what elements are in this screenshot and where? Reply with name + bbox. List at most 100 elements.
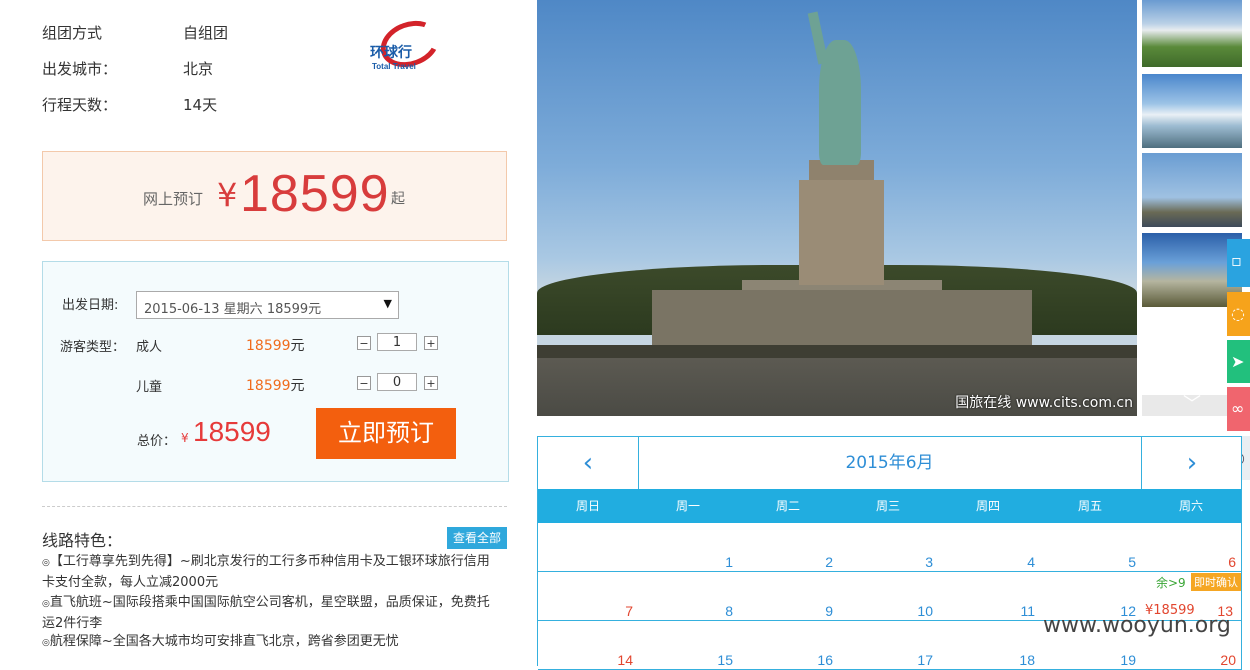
departure-city-label: 出发城市：: [42, 60, 118, 78]
online-booking-label: 网上预订: [143, 190, 204, 208]
price-value: 18599: [240, 165, 390, 223]
calendar-day-cell[interactable]: 16: [738, 621, 839, 670]
child-plus-button[interactable]: +: [424, 376, 438, 390]
calendar-header: ‹ 2015年6月 ›: [538, 437, 1241, 489]
weekday-mon: 周一: [675, 499, 700, 513]
weekday-wed: 周三: [875, 499, 900, 513]
bullet-icon: ◎: [42, 558, 50, 568]
online-price-box: 网上预订 ¥ 18599 起: [42, 151, 507, 241]
calendar-day-number: 4: [1027, 554, 1035, 570]
thumbnail-statue-of-liberty[interactable]: [1142, 153, 1242, 227]
qr-code-icon: ▫: [1231, 251, 1242, 270]
weekday-tue: 周二: [775, 499, 800, 513]
side-qr-button[interactable]: ▫: [1227, 239, 1250, 287]
thumbnail-niagara-falls[interactable]: [1142, 74, 1242, 148]
calendar-day-number: 20: [1220, 652, 1236, 668]
adult-quantity-input[interactable]: 1: [377, 333, 417, 351]
calendar-day-cell[interactable]: 2: [738, 523, 839, 572]
calendar-day-cell[interactable]: 11: [938, 572, 1041, 621]
calendar-day-cell[interactable]: 17: [838, 621, 939, 670]
total-travel-logo: 环球行 Total Travel: [366, 13, 448, 76]
feature-item-text: 【工行尊享先到先得】~刷北京发行的工行多币种信用卡及工银环球旅行信用卡支付全款，…: [42, 554, 490, 590]
side-share-button[interactable]: ➤: [1227, 340, 1250, 383]
calendar-day-cell[interactable]: 18: [938, 621, 1041, 670]
calendar-day-number: 2: [825, 554, 833, 570]
adult-plus-button[interactable]: +: [424, 336, 438, 350]
divider: [42, 506, 507, 507]
total-price-value: 18599: [193, 416, 271, 447]
traveler-type-label: 游客类型：: [60, 340, 126, 355]
departure-city-value: 北京: [183, 60, 214, 78]
weekday-sat: 周六: [1178, 499, 1203, 513]
logo-en-text: Total Travel: [372, 62, 416, 71]
calendar-day-number: 10: [917, 603, 933, 619]
send-icon: ➤: [1231, 352, 1245, 371]
side-chat-button[interactable]: ◌: [1227, 292, 1250, 336]
calendar-weekday-row: 周日 周一 周二 周三 周四 周五 周六: [538, 489, 1241, 523]
weekday-sun: 周日: [575, 499, 600, 513]
calendar-day-number: 16: [817, 652, 833, 668]
main-photo-statue-of-liberty[interactable]: 国旅在线 www.cits.com.cn: [537, 0, 1137, 416]
calendar-day-number: 5: [1128, 554, 1136, 570]
calendar-month-title: 2015年6月: [845, 453, 934, 473]
child-minus-button[interactable]: −: [357, 376, 371, 390]
calendar-day-cell[interactable]: 4: [938, 523, 1041, 572]
feature-item: ◎【工行尊享先到先得】~刷北京发行的工行多币种信用卡及工银环球旅行信用卡支付全款…: [42, 552, 502, 593]
calendar-day-cell: [538, 523, 639, 572]
calendar-day-cell[interactable]: 15: [638, 621, 739, 670]
child-quantity-input[interactable]: 0: [377, 373, 417, 391]
calendar-day-cell[interactable]: 6 余>9 即时确认: [1141, 523, 1242, 591]
group-type-value: 自组团: [183, 24, 229, 42]
departure-date-select[interactable]: 2015-06-13 星期六 18599元 ▼: [136, 291, 399, 319]
thumbnail-white-house[interactable]: [1142, 0, 1242, 67]
calendar-day-number: 6: [1228, 554, 1236, 570]
view-all-button[interactable]: 查看全部: [447, 527, 507, 549]
trip-days-label: 行程天数：: [42, 96, 118, 114]
calendar-day-cell[interactable]: 14: [538, 621, 639, 670]
child-price: 18599元: [246, 375, 305, 395]
calendar-day-cell[interactable]: 9: [738, 572, 839, 621]
calendar-day-cell[interactable]: 10: [838, 572, 939, 621]
price-currency: ¥: [217, 176, 238, 214]
total-price-currency: ¥: [181, 431, 189, 445]
link-icon: ∞: [1231, 399, 1245, 418]
calendar-day-cell[interactable]: 5: [1040, 523, 1142, 572]
child-price-number: 18599: [246, 378, 291, 394]
feature-item-text: 直飞航班~国际段搭乘中国国际航空公司客机，星空联盟，品质保证，免费托运2件行李: [42, 595, 490, 631]
adult-price: 18599元: [246, 335, 305, 355]
book-now-button[interactable]: 立即预订: [316, 408, 456, 459]
calendar-stock-label: 余>9: [1156, 576, 1186, 590]
calendar-day-cell[interactable]: 3: [838, 523, 939, 572]
calendar-day-number: 1: [725, 554, 733, 570]
weekday-thu: 周四: [975, 499, 1000, 513]
weekday-fri: 周五: [1077, 499, 1102, 513]
side-link-button[interactable]: ∞: [1227, 387, 1250, 431]
calendar-next-month-button[interactable]: ›: [1141, 437, 1242, 489]
calendar-day-number: 11: [1020, 603, 1035, 619]
calendar-day-number: 3: [925, 554, 933, 570]
adult-minus-button[interactable]: −: [357, 336, 371, 350]
calendar-day-number: 17: [917, 652, 933, 668]
child-label: 儿童: [136, 380, 163, 395]
bullet-icon: ◎: [42, 599, 50, 609]
group-type-label: 组团方式: [42, 24, 103, 42]
photo-shore: [537, 345, 1137, 359]
adult-price-number: 18599: [246, 338, 291, 354]
calendar-prev-month-button[interactable]: ‹: [538, 437, 639, 489]
trip-days-value: 14天: [183, 96, 218, 114]
chat-bubble-icon: ◌: [1231, 304, 1245, 323]
photo-pedestal: [799, 180, 884, 285]
calendar-day-number: 9: [825, 603, 833, 619]
calendar-day-cell[interactable]: 1: [638, 523, 739, 572]
feature-item: ◎直飞航班~国际段搭乘中国国际航空公司客机，星空联盟，品质保证，免费托运2件行李: [42, 593, 502, 634]
total-price-label: 总价：: [137, 434, 177, 449]
photo-statue: [819, 40, 861, 165]
calendar-day-number: 8: [725, 603, 733, 619]
calendar-day-cell[interactable]: 7: [538, 572, 639, 621]
departure-date-value: 2015-06-13 星期六 18599元: [144, 302, 322, 317]
calendar-day-number: 15: [717, 652, 733, 668]
calendar-day-number: 14: [617, 652, 633, 668]
calendar-day-number: 18: [1019, 652, 1035, 668]
dropdown-arrow-icon: ▼: [383, 297, 392, 310]
calendar-day-cell[interactable]: 8: [638, 572, 739, 621]
